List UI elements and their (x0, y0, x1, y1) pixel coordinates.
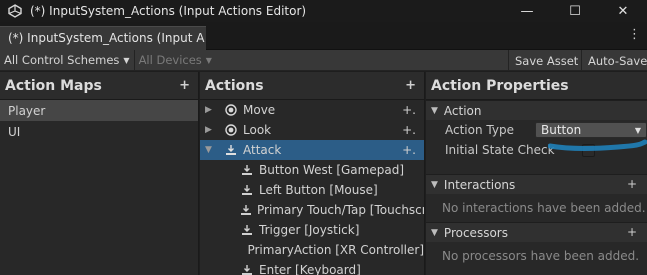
add-binding-icon[interactable]: +. (402, 103, 416, 117)
devices-label: All Devices (138, 53, 202, 67)
binding-label: Enter [Keyboard] (259, 263, 361, 275)
binding-row[interactable]: Button West [Gamepad] (200, 160, 424, 180)
action-type-row: Action Type Button ▼ (426, 120, 647, 140)
actions-panel: Actions + ▶ Move +. ▶ Look +. ▼ Attack +… (200, 72, 425, 275)
action-row-attack[interactable]: ▼ Attack +. (200, 140, 424, 160)
binding-label: Trigger [Joystick] (259, 223, 360, 237)
processors-section-header[interactable]: ▼ Processors + (426, 222, 647, 242)
more-options-icon[interactable]: ⋮ (628, 28, 641, 42)
binding-icon (240, 263, 254, 275)
action-row-move[interactable]: ▶ Move +. (200, 100, 424, 120)
initial-state-label: Initial State Check (445, 143, 555, 157)
collapse-arrow-icon: ▼ (431, 105, 438, 116)
initial-state-checkbox[interactable] (582, 144, 595, 157)
action-map-item-player[interactable]: Player (0, 100, 198, 121)
tab-strip: (*) InputSystem_Actions (Input A ⋮ (0, 22, 647, 50)
add-processor-icon[interactable]: + (627, 225, 637, 239)
action-label: Move (243, 103, 276, 117)
tab-input-actions[interactable]: (*) InputSystem_Actions (Input A (0, 26, 206, 50)
save-asset-button[interactable]: Save Asset (508, 50, 584, 71)
action-map-item-ui[interactable]: UI (0, 121, 198, 142)
minimize-button[interactable]: — (503, 0, 551, 22)
binding-icon-hidden (240, 243, 242, 257)
binding-row[interactable]: Left Button [Mouse] (200, 180, 424, 200)
action-row-look[interactable]: ▶ Look +. (200, 120, 424, 140)
action-section-header[interactable]: ▼ Action (426, 100, 647, 120)
binding-icon (240, 183, 254, 197)
expand-arrow-icon[interactable]: ▶ (205, 105, 215, 115)
control-schemes-label: All Control Schemes (4, 53, 120, 67)
expand-arrow-icon[interactable]: ▶ (205, 125, 215, 135)
collapse-arrow-icon[interactable]: ▼ (205, 145, 215, 155)
add-interaction-icon[interactable]: + (627, 177, 637, 191)
unity-logo-icon (8, 4, 22, 18)
add-action-map-icon[interactable]: + (179, 78, 190, 93)
auto-save-toggle[interactable]: Auto-Save (581, 50, 647, 71)
chevron-down-icon: ▼ (634, 126, 641, 135)
add-binding-icon[interactable]: +. (402, 143, 416, 157)
window-title-bar[interactable]: (*) InputSystem_Actions (Input Actions E… (0, 0, 647, 22)
binding-row[interactable]: Enter [Keyboard] (200, 260, 424, 275)
action-maps-header: Action Maps + (0, 72, 198, 100)
section-title: Processors (443, 225, 508, 240)
devices-dropdown[interactable]: All Devices ▼ (135, 50, 216, 71)
action-properties-header: Action Properties (426, 72, 647, 100)
actions-header: Actions + (200, 72, 424, 100)
actions-title: Actions (205, 77, 264, 94)
binding-icon (240, 223, 254, 237)
section-title: Action (443, 103, 482, 118)
binding-row[interactable]: Trigger [Joystick] (200, 220, 424, 240)
chevron-down-icon: ▼ (205, 55, 212, 65)
section-title: Interactions (443, 177, 516, 192)
add-binding-icon[interactable]: +. (402, 123, 416, 137)
editor-toolbar: All Control Schemes ▼ All Devices ▼ Save… (0, 49, 647, 71)
chevron-down-icon: ▼ (123, 55, 130, 65)
add-action-icon[interactable]: + (405, 78, 416, 93)
binding-icon (240, 203, 252, 217)
action-label: Look (243, 123, 272, 137)
binding-icon (240, 163, 254, 177)
action-properties-panel: Action Properties ▼ Action Action Type B… (426, 72, 647, 275)
collapse-arrow-icon: ▼ (431, 227, 438, 238)
radio-icon (224, 123, 238, 137)
binding-label: Primary Touch/Tap [Touchscr (257, 203, 425, 217)
action-type-label: Action Type (445, 123, 514, 137)
close-button[interactable]: ✕ (599, 0, 647, 22)
maximize-button[interactable]: ☐ (551, 0, 599, 22)
action-properties-title: Action Properties (431, 77, 569, 94)
action-type-value: Button (541, 123, 582, 137)
binding-label: Button West [Gamepad] (259, 163, 405, 177)
binding-label: Left Button [Mouse] (259, 183, 378, 197)
initial-state-row: Initial State Check (426, 140, 647, 160)
binding-row[interactable]: Primary Touch/Tap [Touchscr (200, 200, 424, 220)
interactions-section-header[interactable]: ▼ Interactions + (426, 174, 647, 194)
radio-icon (224, 103, 238, 117)
action-type-dropdown[interactable]: Button ▼ (535, 122, 647, 138)
binding-label: PrimaryAction [XR Controller] (247, 243, 424, 257)
window-title: (*) InputSystem_Actions (Input Actions E… (30, 4, 307, 18)
action-maps-panel: Action Maps + Player UI (0, 72, 199, 275)
control-schemes-dropdown[interactable]: All Control Schemes ▼ (0, 50, 134, 71)
processors-empty-message: No processors have been added. (442, 249, 640, 263)
action-label: Attack (243, 143, 282, 157)
collapse-arrow-icon: ▼ (431, 179, 438, 190)
interactions-empty-message: No interactions have been added. (442, 201, 646, 215)
action-maps-title: Action Maps (5, 77, 102, 94)
button-action-icon (224, 143, 238, 157)
binding-row[interactable]: PrimaryAction [XR Controller] (200, 240, 424, 260)
